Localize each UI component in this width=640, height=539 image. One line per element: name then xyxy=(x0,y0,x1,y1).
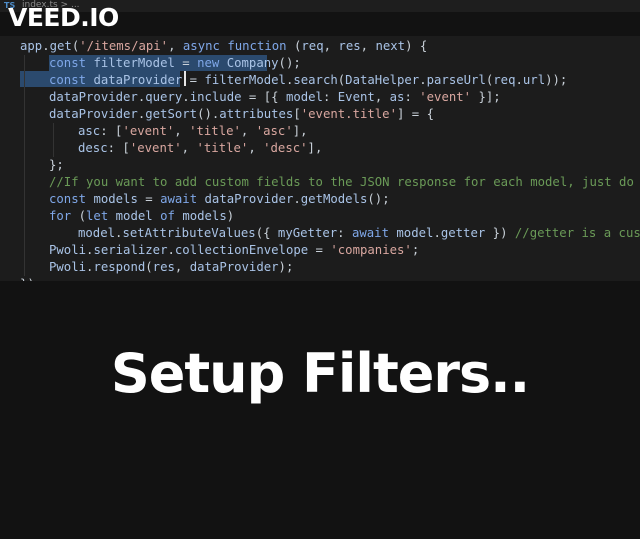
code-line[interactable]: Pwoli.respond(res, dataProvider); xyxy=(49,259,293,276)
code-line[interactable]: app.get('/items/api', async function (re… xyxy=(20,38,427,55)
code-line[interactable]: Pwoli.serializer.collectionEnvelope = 'c… xyxy=(49,242,419,259)
code-line[interactable]: }); xyxy=(20,276,42,281)
code-line[interactable]: dataProvider.query.include = [{ model: E… xyxy=(49,89,501,106)
code-line[interactable]: asc: ['event', 'title', 'asc'], xyxy=(78,123,308,140)
code-line[interactable]: const filterModel = new Company(); xyxy=(49,55,301,72)
code-line[interactable]: const models = await dataProvider.getMod… xyxy=(49,191,390,208)
veed-logo: VEED.IO xyxy=(8,3,119,32)
video-caption: Setup Filters.. xyxy=(110,342,530,405)
code-line[interactable]: dataProvider.getSort().attributes['event… xyxy=(49,106,434,123)
code-line[interactable]: }; xyxy=(49,157,64,174)
code-line[interactable]: desc: ['event', 'title', 'desc'], xyxy=(78,140,322,157)
code-editor[interactable]: app.get('/items/api', async function (re… xyxy=(0,36,640,281)
code-line[interactable]: model.setAttributeValues({ myGetter: awa… xyxy=(78,225,640,242)
code-line[interactable]: for (let model of models) xyxy=(49,208,234,225)
code-line[interactable]: const dataProvider = filterModel.search(… xyxy=(49,72,567,89)
code-line[interactable]: //If you want to add custom fields to th… xyxy=(49,174,640,191)
indent-guide xyxy=(24,55,25,276)
indent-guide xyxy=(53,123,54,157)
